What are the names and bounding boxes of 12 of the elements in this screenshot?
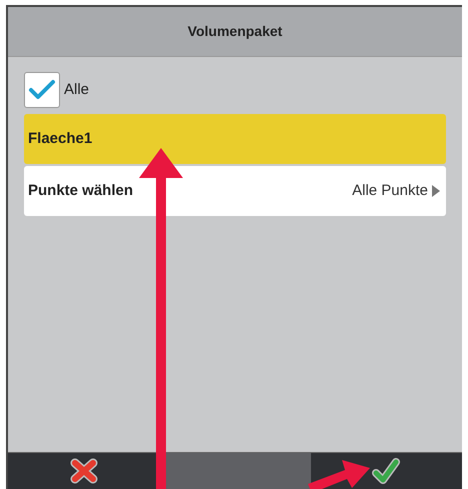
checkmark-icon xyxy=(371,456,402,486)
checkbox[interactable] xyxy=(24,72,60,108)
item-label: Punkte wählen xyxy=(28,180,134,201)
checkmark-icon xyxy=(28,79,56,101)
checkbox-label: Alle xyxy=(64,80,90,100)
item-value: Alle Punkte xyxy=(352,180,428,201)
list-item[interactable]: Punkte wählen Alle Punkte xyxy=(24,166,446,216)
window-title: Volumenpaket xyxy=(188,22,282,41)
item-label: Flaeche1 xyxy=(28,128,92,149)
list-item[interactable]: Flaeche1 xyxy=(24,114,446,164)
close-icon xyxy=(70,458,98,484)
triangle-icon xyxy=(432,185,440,197)
